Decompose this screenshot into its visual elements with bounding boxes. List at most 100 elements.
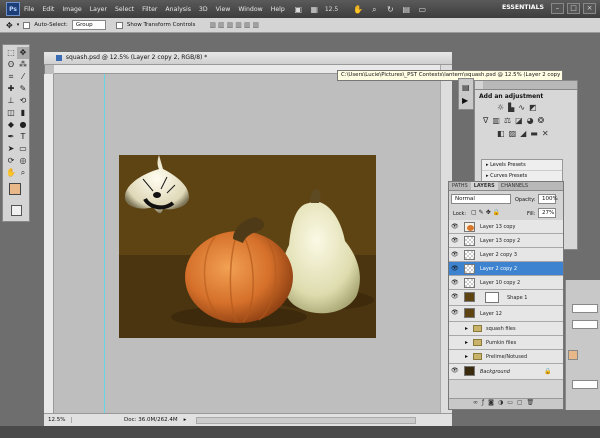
history-brush-icon[interactable]: ⟲: [17, 95, 29, 107]
close-button[interactable]: ×: [583, 3, 596, 14]
brush-tool-icon[interactable]: ✎: [17, 83, 29, 95]
zoom-level[interactable]: 12.5: [325, 6, 349, 13]
visibility-eye-icon[interactable]: 👁: [451, 309, 459, 316]
type-tool-icon[interactable]: T: [17, 131, 29, 143]
tab-layers[interactable]: LAYERS: [470, 182, 498, 190]
3d-orbit-icon[interactable]: ◎: [17, 155, 29, 167]
opacity-field[interactable]: 100%: [538, 194, 558, 204]
menu-select[interactable]: Select: [115, 6, 134, 13]
quick-select-tool-icon[interactable]: ⁂: [17, 59, 29, 71]
brightness-icon[interactable]: ☼: [497, 103, 508, 112]
visibility-box[interactable]: [451, 353, 458, 360]
lasso-tool-icon[interactable]: ʘ: [5, 59, 17, 71]
curves-presets-item[interactable]: ▸ Curves Presets: [482, 171, 562, 181]
dodge-tool-icon[interactable]: ●: [17, 119, 29, 131]
visibility-eye-icon[interactable]: 👁: [451, 265, 459, 272]
layer-group-row[interactable]: ▸ Pumkin files: [449, 336, 563, 350]
selective-color-icon[interactable]: ✕: [542, 129, 553, 138]
expand-arrow-icon[interactable]: ▸: [465, 353, 468, 360]
hand-icon[interactable]: ✋: [353, 4, 364, 15]
new-layer-icon[interactable]: ▢: [517, 399, 527, 406]
layer-row-selected[interactable]: 👁 Layer 2 copy 2: [449, 262, 563, 276]
color-balance-icon[interactable]: ⚖: [504, 116, 515, 125]
zoom-tool-icon[interactable]: ⌕: [17, 167, 29, 179]
eraser-tool-icon[interactable]: ◫: [5, 107, 17, 119]
tab-channels[interactable]: CHANNELS: [498, 182, 531, 190]
expand-arrow-icon[interactable]: ▸: [465, 325, 468, 332]
image-canvas[interactable]: [119, 155, 376, 338]
link-layers-icon[interactable]: ∞: [473, 399, 482, 406]
menu-layer[interactable]: Layer: [90, 6, 107, 13]
foreground-color-swatch[interactable]: [9, 183, 21, 195]
pen-tool-icon[interactable]: ✒: [5, 131, 17, 143]
panel-field[interactable]: [572, 380, 598, 389]
tool-preset-dropdown[interactable]: ▾: [17, 22, 20, 28]
menu-filter[interactable]: Filter: [142, 6, 157, 13]
rotate-view-icon[interactable]: ↻: [385, 4, 396, 15]
vibrance-icon[interactable]: ∇: [483, 116, 492, 125]
layer-row[interactable]: 👁 Layer 13 copy: [449, 220, 563, 234]
bridge-icon[interactable]: ▣: [293, 4, 304, 15]
black-white-icon[interactable]: ◪: [515, 116, 527, 125]
layer-row[interactable]: 👁 Layer 10 copy 2: [449, 276, 563, 290]
visibility-eye-icon[interactable]: 👁: [451, 279, 459, 286]
workspace-switcher[interactable]: ESSENTIALS: [502, 4, 544, 11]
threshold-icon[interactable]: ◢: [520, 129, 530, 138]
auto-select-checkbox[interactable]: [23, 21, 31, 29]
align-icons[interactable]: ▥▥▥▥▥▥: [209, 21, 261, 29]
exposure-icon[interactable]: ◩: [529, 103, 541, 112]
tab-adjustments[interactable]: [475, 81, 483, 89]
layer-group-row[interactable]: ▸ squash files: [449, 322, 563, 336]
delete-layer-icon[interactable]: 🗑: [527, 399, 539, 406]
gradient-tool-icon[interactable]: ▮: [17, 107, 29, 119]
panel-field[interactable]: [572, 304, 598, 313]
layer-row[interactable]: 👁 Shape 1: [449, 290, 563, 306]
move-tool-icon[interactable]: ✥: [6, 21, 13, 30]
menu-window[interactable]: Window: [238, 6, 262, 13]
mini-bridge-icon[interactable]: ▦: [309, 4, 320, 15]
visibility-box[interactable]: [451, 339, 458, 346]
arrange-documents-icon[interactable]: ▤: [401, 4, 412, 15]
expand-arrow-icon[interactable]: ▸: [465, 339, 468, 346]
photo-filter-icon[interactable]: ◕: [527, 116, 538, 125]
transform-controls-checkbox[interactable]: [115, 21, 123, 29]
hand-tool-icon[interactable]: ✋: [5, 167, 17, 179]
guide-line[interactable]: [104, 74, 105, 413]
gradient-map-icon[interactable]: ▬: [530, 129, 542, 138]
menu-3d[interactable]: 3D: [199, 6, 208, 13]
color-swatch[interactable]: [568, 350, 578, 360]
blur-tool-icon[interactable]: ◆: [5, 119, 17, 131]
healing-brush-icon[interactable]: ✚: [5, 83, 17, 95]
menu-file[interactable]: File: [24, 6, 34, 13]
tab-paths[interactable]: PATHS: [449, 182, 471, 190]
shape-tool-icon[interactable]: ▭: [17, 143, 29, 155]
vertical-ruler[interactable]: [44, 74, 54, 414]
visibility-eye-icon[interactable]: 👁: [451, 367, 459, 374]
zoom-icon[interactable]: ⌕: [369, 4, 380, 15]
layer-group-row[interactable]: ▸ Prelime/Notused: [449, 350, 563, 364]
status-menu-arrow[interactable]: ▸: [184, 417, 187, 423]
new-adjustment-icon[interactable]: ◑: [498, 399, 507, 406]
curves-icon[interactable]: ∿: [518, 103, 529, 112]
invert-icon[interactable]: ◧: [497, 129, 509, 138]
layer-row[interactable]: 👁 Layer 2 copy 3: [449, 248, 563, 262]
background-layer-row[interactable]: 👁 Background 🔒: [449, 364, 563, 380]
menu-edit[interactable]: Edit: [42, 6, 54, 13]
visibility-eye-icon[interactable]: 👁: [451, 293, 459, 300]
history-panel-icon[interactable]: ▤: [462, 83, 470, 92]
posterize-icon[interactable]: ▨: [509, 129, 521, 138]
eyedropper-tool-icon[interactable]: ⁄: [17, 71, 29, 83]
menu-view[interactable]: View: [216, 6, 231, 13]
3d-rotate-icon[interactable]: ⟳: [5, 155, 17, 167]
visibility-box[interactable]: [451, 325, 458, 332]
menu-analysis[interactable]: Analysis: [165, 6, 191, 13]
visibility-eye-icon[interactable]: 👁: [451, 237, 459, 244]
clone-stamp-icon[interactable]: ⊥: [5, 95, 17, 107]
marquee-tool-icon[interactable]: ⬚: [5, 47, 17, 59]
move-tool-icon[interactable]: ✥: [17, 47, 29, 59]
layer-row[interactable]: 👁 Layer 12: [449, 306, 563, 322]
quick-mask-icon[interactable]: [11, 205, 22, 216]
menu-image[interactable]: Image: [62, 6, 81, 13]
zoom-percent[interactable]: 12.5%: [44, 417, 72, 423]
hue-sat-icon[interactable]: ▥: [492, 116, 504, 125]
